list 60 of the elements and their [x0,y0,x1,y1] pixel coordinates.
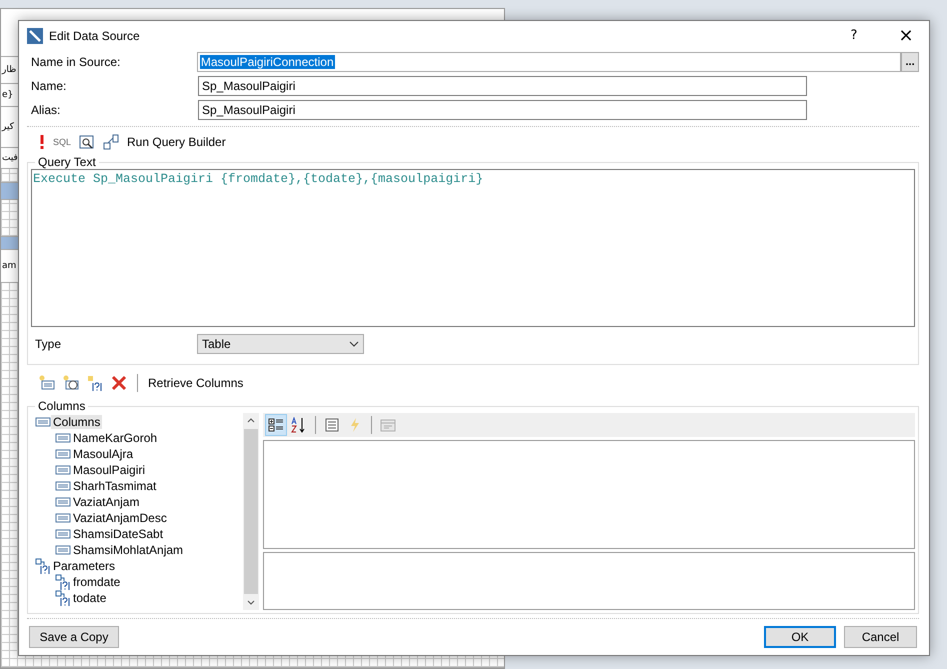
input-field[interactable]: Sp_MasoulPaigiri [198,76,807,96]
tree-item[interactable]: VaziatAnjamDesc [71,511,169,525]
dialog-button[interactable]: OK [764,626,836,648]
tree-item[interactable]: ShamsiDateSabt [71,527,166,541]
app-icon [27,28,43,44]
scrollbar[interactable] [243,413,259,610]
parameter-icon [55,590,71,606]
close-button[interactable]: × [883,21,929,50]
chevron-up-icon [247,418,255,423]
field-label: Alias: [30,103,62,117]
toolbar-button[interactable] [265,414,287,436]
dialog-button[interactable]: Save a Copy [29,626,119,648]
chevron-down-icon [349,341,359,347]
tree-item[interactable]: fromdate [71,575,122,589]
new-parameter-icon [87,375,103,391]
parameter-icon [55,574,71,590]
chevron-down-icon [247,600,255,605]
field-label: Name: [30,79,68,93]
properties-icon [324,416,340,433]
report-text: am [1,260,16,271]
parameter-icon [35,558,51,574]
report-text: e} [1,90,14,100]
field-label: Type [34,337,62,351]
categorized-icon [268,416,284,433]
tree-item[interactable]: MasoulAjra [71,447,136,461]
tree-item[interactable]: MasoulPaigiri [71,463,148,477]
query-builder-button[interactable] [101,132,122,152]
sort-alpha-icon [291,416,307,433]
retrieve-columns-button[interactable]: Retrieve Columns [146,373,246,393]
sql-button[interactable]: SQL [51,132,74,152]
exclamation-icon [39,135,45,149]
report-text: کیر [1,122,14,132]
window-title: Edit Data Source [49,28,141,42]
magnifier-icon [79,134,96,150]
field-label: Name in Source: [30,55,122,69]
type-dropdown[interactable]: Table [197,334,364,354]
group-title: Query Text [37,155,97,169]
input-field[interactable]: Sp_MasoulPaigiri [198,100,807,120]
tree-item[interactable]: Columns [51,415,102,429]
tree-item[interactable]: NameKarGoroh [71,431,160,445]
tree-item[interactable]: VaziatAnjam [71,495,142,509]
report-text: فیت [1,152,18,163]
browse-button[interactable]: ... [901,52,919,72]
tree-item[interactable]: SharhTasmimat [71,479,158,493]
new-calc-column-icon [63,375,79,391]
property-pages-icon [380,416,396,433]
tree-item[interactable]: ShamsiMohlatAnjam [71,543,186,557]
help-button[interactable]: ? [831,21,877,50]
dialog-button[interactable]: Cancel [844,626,917,648]
query-editor[interactable]: Execute Sp_MasoulPaigiri {fromdate},{todate},{masoulpaigiri} [31,169,915,327]
input-field[interactable]: MasoulPaigiriConnection [196,52,902,72]
delete-button[interactable] [109,373,129,393]
report-text: ظار [1,65,16,76]
delete-icon [111,375,127,391]
tree-item[interactable]: todate [71,591,108,605]
run-query-builder-button[interactable]: Run Query Builder [125,132,228,152]
diagram-icon [103,134,120,150]
tree-item[interactable]: Parameters [51,559,118,573]
new-column-icon [39,375,55,391]
group-title: Columns [37,399,86,413]
